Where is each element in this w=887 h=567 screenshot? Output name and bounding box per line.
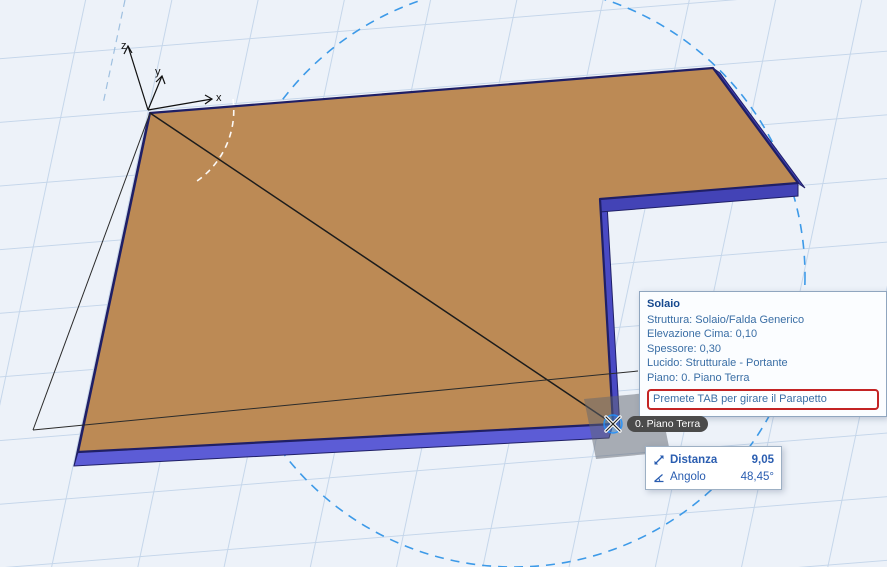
x-axis-label: x xyxy=(216,92,222,104)
tracker-distance-value[interactable]: 9,05 xyxy=(728,454,774,466)
coordinate-tracker: Distanza 9,05 Angolo 48,45° xyxy=(645,446,782,490)
info-tag-line-elevation: Elevazione Cima: 0,10 xyxy=(647,328,758,340)
info-tag-line-structure: Struttura: Solaio/Falda Generico xyxy=(647,313,805,326)
info-tag-line-story: Piano: 0. Piano Terra xyxy=(647,371,750,384)
y-axis-label: y xyxy=(155,66,161,78)
tracker-row-distance: Distanza 9,05 xyxy=(653,451,774,468)
z-axis-label: z xyxy=(121,40,127,52)
info-tag-line-layer: Lucido: Strutturale - Portante xyxy=(647,357,788,369)
info-tag-title: Solaio xyxy=(647,298,681,310)
tracker-distance-label: Distanza xyxy=(670,453,718,466)
story-tag: 0. Piano Terra xyxy=(627,416,709,432)
tracker-angle-value[interactable]: 48,45° xyxy=(728,471,774,483)
tracker-angle-label: Angolo xyxy=(670,470,706,483)
tracker-row-angle: Angolo 48,45° xyxy=(653,468,774,485)
angle-icon xyxy=(654,473,664,482)
archicad-3d-window: { "colors": { "background": "#edf2f9", "… xyxy=(0,0,887,567)
story-tag-label: 0. Piano Terra xyxy=(635,418,701,430)
info-tag-line-thickness: Spessore: 0,30 xyxy=(647,342,721,355)
tab-hint-message: Premete TAB per girare il Parapetto xyxy=(647,389,879,410)
distance-icon xyxy=(654,455,664,464)
element-info-tag: Solaio Struttura: Solaio/Falda Generico … xyxy=(639,291,887,417)
